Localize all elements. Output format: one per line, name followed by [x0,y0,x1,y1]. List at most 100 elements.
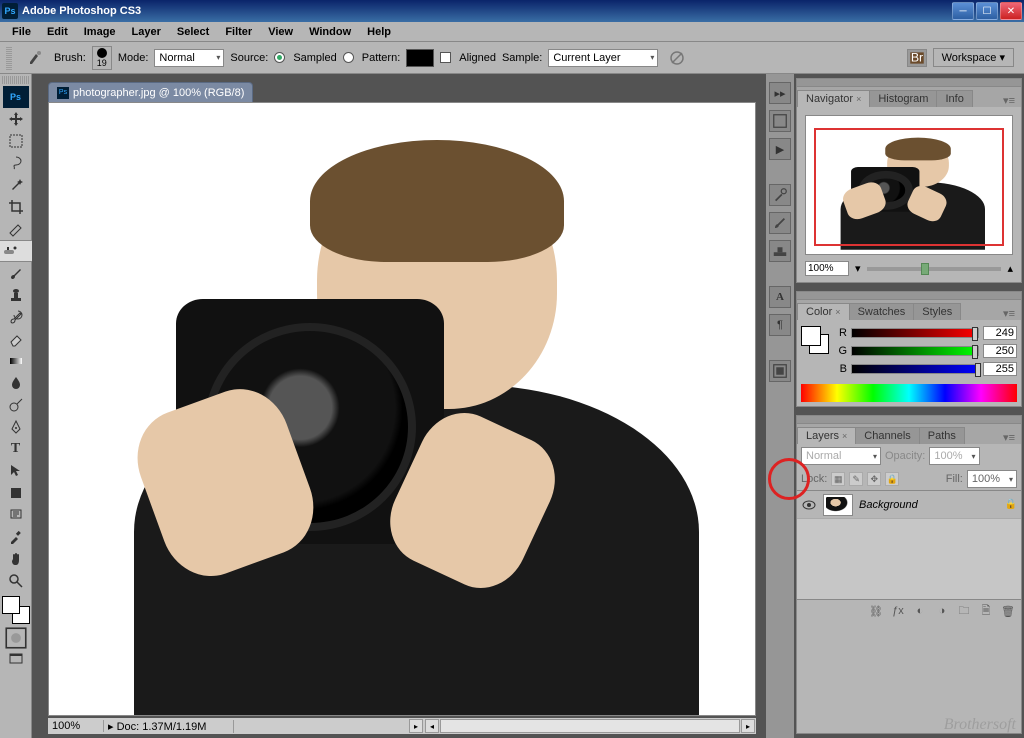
tab-histogram[interactable]: Histogram [869,90,937,107]
dock-tool-presets-icon[interactable] [769,184,791,206]
zoom-out-icon[interactable]: ▾ [855,262,861,275]
tab-channels[interactable]: Channels [855,427,919,444]
h-scrollbar[interactable] [440,719,740,733]
color-swatches[interactable] [2,596,30,624]
menu-window[interactable]: Window [301,24,359,40]
r-slider[interactable] [851,328,979,338]
menu-select[interactable]: Select [169,24,217,40]
slice-tool-icon[interactable] [3,218,29,240]
gradient-tool-icon[interactable] [3,350,29,372]
layer-group-icon[interactable]: 🗀 [955,603,973,619]
mode-select[interactable]: Normal [154,49,224,67]
tool-preset-icon[interactable] [22,47,48,69]
g-slider[interactable] [851,346,979,356]
dock-history-icon[interactable] [769,110,791,132]
tab-color[interactable]: Color× [797,303,850,320]
wand-tool-icon[interactable] [3,174,29,196]
pen-tool-icon[interactable] [3,416,29,438]
menu-edit[interactable]: Edit [39,24,76,40]
zoom-tool-icon[interactable] [3,570,29,592]
shape-tool-icon[interactable] [3,482,29,504]
move-tool-icon[interactable] [3,108,29,130]
marquee-tool-icon[interactable] [3,130,29,152]
eyedropper-tool-icon[interactable] [3,526,29,548]
g-value[interactable]: 250 [983,344,1017,358]
screen-mode-icon[interactable] [3,648,29,670]
scroll-right[interactable]: ▸ [741,719,755,733]
options-grip[interactable] [6,46,12,70]
brush-tool-icon[interactable] [3,262,29,284]
lasso-tool-icon[interactable] [3,152,29,174]
zoom-in-icon[interactable]: ▴ [1007,262,1013,275]
b-slider[interactable] [851,364,979,374]
menu-filter[interactable]: Filter [217,24,260,40]
pattern-radio[interactable] [343,52,354,63]
dock-layer-comps-icon[interactable] [769,360,791,382]
sample-select[interactable]: Current Layer [548,49,658,67]
bridge-icon[interactable]: Br [907,49,927,67]
adjustment-layer-icon[interactable]: ◑ [933,603,951,619]
panel-menu-icon[interactable]: ▾≡ [997,431,1021,444]
new-layer-icon[interactable]: 🗎 [977,603,995,619]
menu-layer[interactable]: Layer [124,24,169,40]
tab-swatches[interactable]: Swatches [849,303,915,320]
dock-character-icon[interactable]: A [769,286,791,308]
maximize-button[interactable]: ☐ [976,2,998,20]
panel-grip[interactable] [797,292,1021,300]
tab-navigator[interactable]: Navigator× [797,90,870,107]
layer-mask-icon[interactable]: ◐ [911,603,929,619]
navigator-proxy-view[interactable] [814,128,1004,246]
eraser-tool-icon[interactable] [3,328,29,350]
tab-layers[interactable]: Layers× [797,427,856,444]
panel-grip[interactable] [797,79,1021,87]
layer-style-icon[interactable]: ƒx [889,603,907,619]
menu-file[interactable]: File [4,24,39,40]
tab-info[interactable]: Info [936,90,972,107]
navigator-thumbnail[interactable] [805,115,1013,255]
document-header[interactable]: Ps photographer.jpg @ 100% (RGB/8) [48,82,253,102]
canvas[interactable] [48,102,756,716]
close-button[interactable]: ✕ [1000,2,1022,20]
dock-expand-icon[interactable]: ▸▸ [769,82,791,104]
dock-actions-icon[interactable]: ▶ [769,138,791,160]
opacity-input[interactable]: 100% [929,447,979,465]
history-brush-tool-icon[interactable] [3,306,29,328]
menu-view[interactable]: View [260,24,301,40]
pattern-swatch[interactable] [406,49,434,67]
scroll-left[interactable]: ◂ [425,719,439,733]
lock-position-icon[interactable]: ✥ [867,472,881,486]
notes-tool-icon[interactable] [3,504,29,526]
menu-image[interactable]: Image [76,24,124,40]
panel-menu-icon[interactable]: ▾≡ [997,94,1021,107]
navigator-zoom-input[interactable] [805,261,849,276]
layer-thumbnail[interactable] [823,494,853,516]
r-value[interactable]: 249 [983,326,1017,340]
tab-styles[interactable]: Styles [913,303,961,320]
layer-row[interactable]: Background 🔒 [797,491,1021,519]
workspace-dropdown[interactable]: Workspace ▾ [933,48,1014,67]
zoom-field[interactable]: 100% [48,720,104,732]
fill-input[interactable]: 100% [967,470,1017,488]
link-layers-icon[interactable]: ⛓ [867,603,885,619]
b-value[interactable]: 255 [983,362,1017,376]
tab-paths[interactable]: Paths [919,427,965,444]
navigator-zoom-slider[interactable] [867,267,1002,271]
dock-paragraph-icon[interactable]: ¶ [769,314,791,336]
type-tool-icon[interactable]: T [3,438,29,460]
panel-menu-icon[interactable]: ▾≡ [997,307,1021,320]
blend-mode-select[interactable]: Normal [801,447,881,465]
crop-tool-icon[interactable] [3,196,29,218]
ignore-adjustment-icon[interactable] [664,47,690,69]
layer-name[interactable]: Background [859,499,999,511]
color-spectrum-bar[interactable] [801,384,1017,402]
dodge-tool-icon[interactable] [3,394,29,416]
delete-layer-icon[interactable]: 🗑 [999,603,1017,619]
lock-transparency-icon[interactable]: ▦ [831,472,845,486]
lock-all-icon[interactable]: 🔒 [885,472,899,486]
visibility-toggle-icon[interactable] [801,497,817,513]
dock-clone-source-icon[interactable] [769,240,791,262]
toolbox-grip[interactable] [2,76,30,84]
hand-tool-icon[interactable] [3,548,29,570]
scroll-menu[interactable]: ▸ [409,719,423,733]
dock-brushes-icon[interactable] [769,212,791,234]
